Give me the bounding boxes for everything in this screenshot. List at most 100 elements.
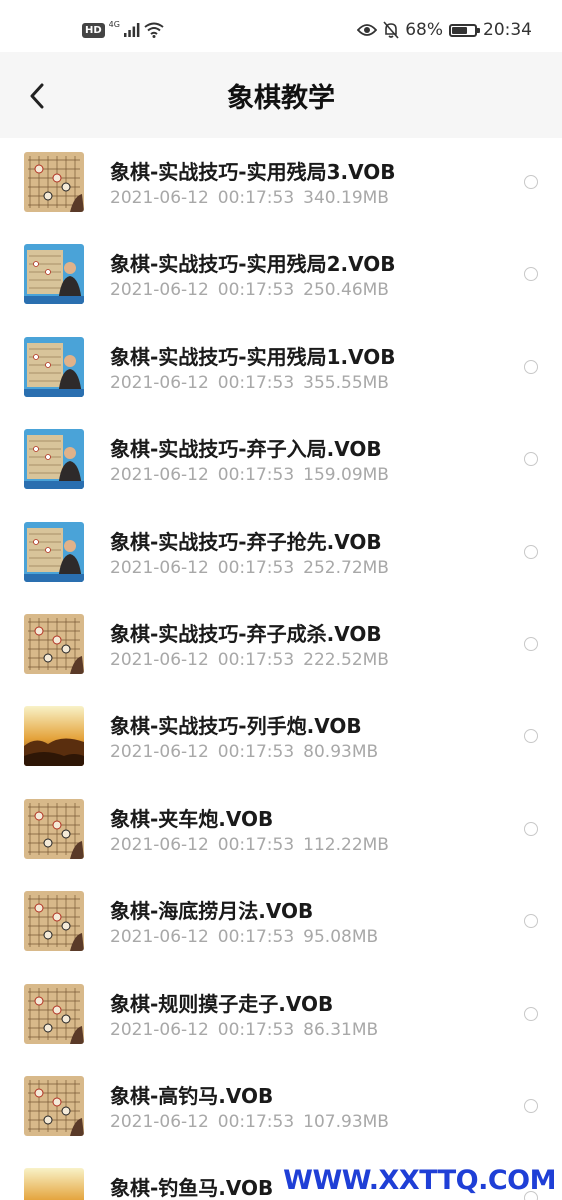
file-date: 2021-06-12 [110,1019,209,1040]
file-duration: 00:17:53 [217,280,295,301]
file-meta: 2021-06-12 00:17:53 252.72MB [110,558,398,578]
status-bar: HD 4G 68% 20:34 [0,0,562,52]
file-duration: 00:17:53 [217,742,295,763]
file-list-item[interactable]: 象棋-实战技巧-实用残局3.VOB 2021-06-12 00:17:53 340.1… [0,138,562,230]
file-date: 2021-06-12 [110,557,209,578]
file-list-item[interactable]: 象棋-夹车炮.VOB 2021-06-12 00:17:53 112.22MB [0,785,562,877]
file-duration: 00:17:53 [217,834,295,855]
battery-icon [449,23,480,37]
file-list-item[interactable]: 象棋-实战技巧-弃子入局.VOB 2021-06-12 00:17:53 159.09… [0,415,562,507]
file-size: 340.19MB [303,188,389,208]
file-name: 象棋-实战技巧-实用残局1.VOB [110,344,396,369]
select-radio[interactable] [524,637,538,651]
file-size: 86.31MB [303,1019,379,1040]
file-meta: 2021-06-12 00:17:53 355.55MB [110,373,398,393]
select-radio[interactable] [524,821,538,836]
file-date: 2021-06-12 [110,280,209,301]
file-date: 2021-06-12 [110,650,209,670]
file-size: 80.93MB [303,742,379,763]
file-list-item[interactable]: 象棋-实战技巧-实用残局2.VOB 2021-06-12 00:17:53 250.4… [0,230,562,322]
file-date: 2021-06-12 [110,188,209,208]
file-name: 象棋-高钓马.VOB [110,1084,274,1108]
file-date: 2021-06-12 [110,742,209,763]
file-meta: 2021-06-12 00:17:53 112.22MB [110,835,398,855]
video-thumbnail [24,798,84,859]
file-size: 222.52MB [303,650,389,670]
video-thumbnail [24,152,84,212]
file-meta: 2021-06-12 00:17:53 159.09MB [110,465,398,485]
file-duration: 00:17:53 [217,372,295,393]
file-name: 象棋-实战技巧-弃子成杀.VOB [110,622,382,646]
file-date: 2021-06-12 [110,834,209,855]
file-name: 象棋-实战技巧-实用残局3.VOB [110,160,396,184]
select-radio[interactable] [524,267,538,282]
file-name: 象棋-实战技巧-弃子抢先.VOB [110,529,382,554]
file-list-item[interactable]: 象棋-规则摸子走子.VOB 2021-06-12 00:17:53 86.31MB [0,970,562,1062]
file-duration: 00:17:53 [217,557,295,578]
file-duration: 00:17:53 [217,465,295,486]
file-name: 象棋-海底捞月法.VOB [110,899,314,924]
screen: HD 4G 68% 20:34 象棋教学 象棋-实战技巧-实用残局3.VOB 2… [0,0,562,1200]
video-thumbnail [24,983,84,1044]
file-size: 252.72MB [303,557,389,578]
file-meta: 2021-06-12 00:17:53 80.93MB [110,742,387,762]
file-size: 250.46MB [303,280,389,301]
file-list-item[interactable]: 象棋-实战技巧-实用残局1.VOB 2021-06-12 00:17:53 355.5… [0,323,562,415]
file-name: 象棋-钓鱼马.VOB [110,1176,274,1200]
video-thumbnail [24,891,84,952]
video-thumbnail [24,614,84,674]
select-radio[interactable] [524,359,538,374]
file-date: 2021-06-12 [110,1112,209,1132]
battery-percent: 68% [405,20,443,40]
video-thumbnail [24,244,84,305]
file-name: 象棋-实战技巧-实用残局2.VOB [110,252,396,277]
page-title: 象棋教学 [227,83,335,114]
file-list-item[interactable]: 象棋-海底捞月法.VOB 2021-06-12 00:17:53 95.08MB [0,877,562,969]
video-thumbnail [24,336,84,397]
file-name: 象棋-夹车炮.VOB [110,806,274,831]
file-meta: 2021-06-12 00:17:53 95.08MB [110,927,387,947]
clock: 20:34 [483,20,532,40]
file-date: 2021-06-12 [110,372,209,393]
video-thumbnail [24,521,84,582]
status-bar-left: HD 4G [82,19,164,38]
video-thumbnail [24,1168,84,1200]
hd-badge: HD [82,22,105,38]
file-date: 2021-06-12 [110,465,209,486]
select-radio[interactable] [524,544,538,559]
network-type-label: 4G [108,19,120,29]
file-list-item[interactable]: 象棋-实战技巧-列手炮.VOB 2021-06-12 00:17:53 80.93MB [0,692,562,784]
file-name: 象棋-实战技巧-弃子入局.VOB [110,437,382,462]
file-size: 159.09MB [303,465,389,486]
select-radio[interactable] [524,1006,538,1021]
file-list-item[interactable]: 象棋-实战技巧-弃子成杀.VOB 2021-06-12 00:17:53 222.52… [0,600,562,692]
file-duration: 00:17:53 [217,927,295,948]
file-list-item[interactable]: 象棋-高钓马.VOB 2021-06-12 00:17:53 107.93MB [0,1062,562,1154]
file-meta: 2021-06-12 00:17:53 250.46MB [110,280,398,300]
watermark: WWW.XXTTQ.COM [283,1165,556,1196]
status-bar-right: 68% 20:34 [357,20,532,40]
file-meta: 2021-06-12 00:17:53 340.19MB [110,188,398,208]
file-meta: 2021-06-12 00:17:53 222.52MB [110,650,398,670]
file-size: 107.93MB [303,1112,389,1132]
select-radio[interactable] [524,914,538,929]
mute-bell-icon [383,21,399,39]
file-list-item[interactable]: 象棋-实战技巧-弃子抢先.VOB 2021-06-12 00:17:53 252.72… [0,508,562,600]
file-date: 2021-06-12 [110,927,209,948]
video-thumbnail [24,706,84,767]
eye-icon [357,24,378,36]
video-thumbnail [24,1076,84,1136]
file-size: 95.08MB [303,927,379,948]
file-size: 355.55MB [303,372,389,393]
file-duration: 00:17:53 [217,650,295,670]
file-name: 象棋-规则摸子走子.VOB [110,991,334,1016]
select-radio[interactable] [524,452,538,467]
file-size: 112.22MB [303,834,389,855]
select-radio[interactable] [524,729,538,744]
select-radio[interactable] [524,175,538,189]
file-meta: 2021-06-12 00:17:53 107.93MB [110,1112,398,1132]
file-meta: 2021-06-12 00:17:53 86.31MB [110,1020,387,1040]
file-duration: 00:17:53 [217,1112,295,1132]
select-radio[interactable] [524,1099,538,1113]
app-header: 象棋教学 [0,52,562,138]
